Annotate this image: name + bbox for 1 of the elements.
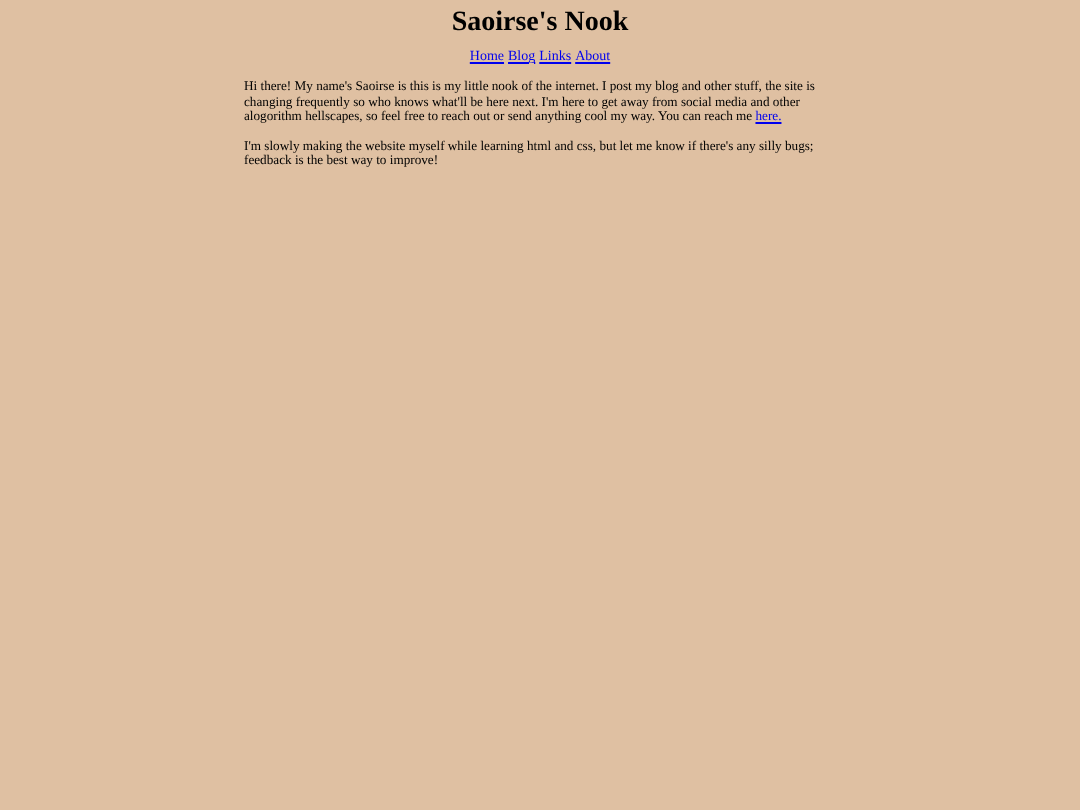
- site-title: Saoirse's Nook: [449, 6, 631, 40]
